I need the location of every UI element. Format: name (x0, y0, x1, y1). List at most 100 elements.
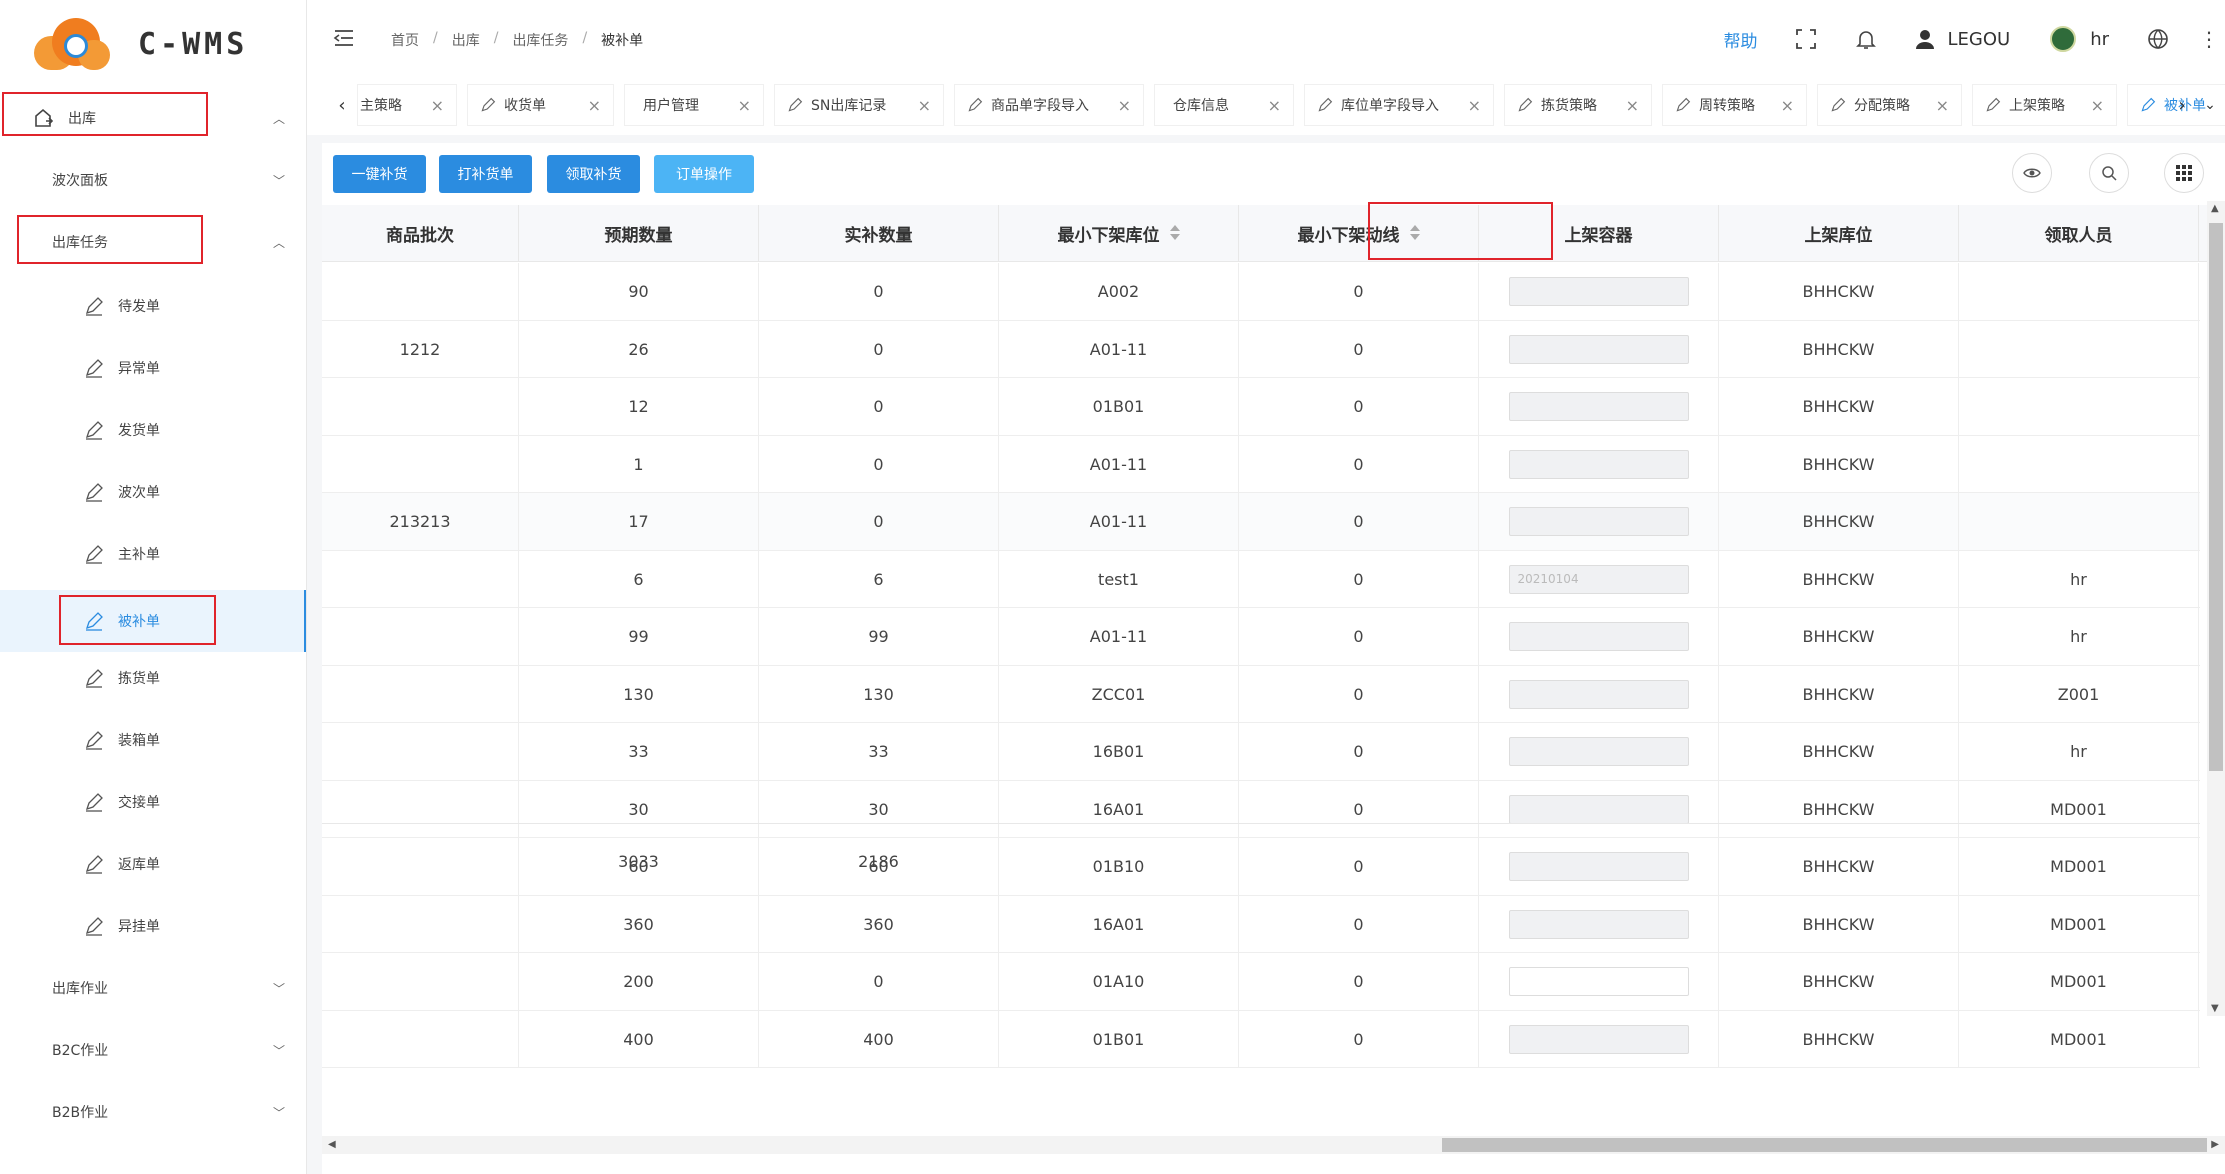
table-row[interactable]: 1212 26 0 A01-11 0 BHHCKW (322, 320, 2200, 378)
table-row[interactable]: 1 0 A01-11 0 BHHCKW (322, 435, 2200, 493)
vertical-scrollbar[interactable]: ▲ ▼ (2207, 201, 2225, 1016)
horizontal-scrollbar[interactable]: ◀ ▶ (322, 1136, 2225, 1154)
container-input[interactable]: 20210104 (1508, 564, 1689, 594)
scroll-left-icon[interactable]: ◀ (328, 1139, 336, 1150)
close-icon[interactable]: × (588, 96, 601, 115)
tab-location-field-import[interactable]: 库位单字段导入 × (1304, 84, 1494, 126)
tab-allocation-strategy[interactable]: 分配策略 × (1817, 84, 1962, 126)
tab-warehouse-info[interactable]: 仓库信息 × (1154, 84, 1294, 126)
avatar[interactable] (2050, 26, 2077, 52)
table-row[interactable]: 213213 17 0 A01-11 0 BHHCKW (322, 493, 2200, 551)
sidebar-item-return-order[interactable]: 返库单 (0, 838, 306, 890)
sidebar-item-hold-order[interactable]: 异挂单 (0, 900, 306, 952)
breadcrumb-outbound-task[interactable]: 出库任务 (512, 30, 568, 50)
one-click-replenish-button[interactable]: 一键补货 (333, 155, 426, 193)
table-row[interactable]: 200 0 01A10 0 BHHCKW MD001 (322, 953, 2200, 1011)
container-input[interactable] (1508, 1024, 1689, 1054)
column-header-claimer[interactable]: 领取人员 (1959, 205, 2199, 262)
claim-replenish-button[interactable]: 领取补货 (547, 155, 640, 193)
scroll-thumb[interactable] (2209, 223, 2223, 771)
globe-icon[interactable] (2147, 28, 2169, 50)
close-icon[interactable]: × (431, 96, 444, 115)
close-icon[interactable]: × (738, 96, 751, 115)
help-link[interactable]: 帮助 (1723, 27, 1757, 52)
print-replenish-button[interactable]: 打补货单 (439, 155, 532, 193)
breadcrumb-outbound[interactable]: 出库 (452, 30, 480, 50)
column-header-batch[interactable]: 商品批次 (322, 205, 519, 262)
container-input[interactable] (1508, 334, 1689, 364)
sidebar-item-replenished[interactable]: 被补单 (0, 590, 306, 652)
user-name-2[interactable]: hr (2090, 29, 2109, 50)
sidebar-item-picking-order[interactable]: 拣货单 (0, 652, 306, 704)
grid-menu-button[interactable] (2164, 153, 2204, 193)
table-row[interactable]: 33 33 16B01 0 BHHCKW hr (322, 723, 2200, 781)
scroll-up-icon[interactable]: ▲ (2211, 203, 2219, 214)
column-header-expected-qty[interactable]: 预期数量 (519, 205, 759, 262)
sidebar-item-handover-order[interactable]: 交接单 (0, 776, 306, 828)
close-icon[interactable]: × (2091, 96, 2104, 115)
logo[interactable]: C-WMS (34, 14, 248, 74)
sidebar-item-wave-panel[interactable]: 波次面板 ﹀ (0, 154, 306, 206)
table-row[interactable]: 360 360 16A01 0 BHHCKW MD001 (322, 895, 2200, 953)
order-operation-button[interactable]: 订单操作 (654, 155, 754, 193)
table-row[interactable]: 99 99 A01-11 0 BHHCKW hr (322, 608, 2200, 666)
sidebar-item-main-replenish[interactable]: 主补单 (0, 528, 306, 580)
close-icon[interactable]: × (918, 96, 931, 115)
column-header-min-route[interactable]: 最小下架动线 (1239, 205, 1479, 262)
breadcrumb-home[interactable]: 首页 (391, 30, 419, 50)
scroll-right-icon[interactable]: ▶ (2211, 1139, 2219, 1150)
container-input[interactable] (1508, 794, 1689, 824)
scroll-thumb[interactable] (1442, 1138, 2207, 1152)
column-header-actual-qty[interactable]: 实补数量 (759, 205, 999, 262)
toggle-columns-button[interactable] (2012, 153, 2052, 193)
tab-main-strategy[interactable]: 主策略 × (357, 84, 457, 126)
container-input[interactable] (1508, 277, 1689, 306)
fullscreen-icon[interactable] (1795, 28, 1817, 50)
table-row[interactable]: 400 400 01B01 0 BHHCKW MD001 (322, 1010, 2200, 1068)
tab-putaway-strategy[interactable]: 上架策略 × (1972, 84, 2117, 126)
close-icon[interactable]: × (1468, 96, 1481, 115)
close-icon[interactable]: × (1118, 96, 1131, 115)
sidebar-item-b2c-ops[interactable]: B2C作业 ﹀ (0, 1024, 306, 1076)
container-input[interactable] (1508, 449, 1689, 479)
container-input[interactable] (1508, 737, 1689, 766)
container-input[interactable] (1508, 967, 1689, 996)
table-row[interactable]: 12 0 01B01 0 BHHCKW (322, 378, 2200, 436)
tab-user-management[interactable]: 用户管理 × (624, 84, 764, 126)
close-icon[interactable]: × (1268, 96, 1281, 115)
close-icon[interactable]: × (1781, 96, 1794, 115)
table-row[interactable]: 6 6 test1 0 20210104 BHHCKW hr (322, 550, 2200, 608)
tab-product-field-import[interactable]: 商品单字段导入 × (954, 84, 1144, 126)
sidebar-item-pending-order[interactable]: 待发单 (0, 280, 306, 332)
bell-icon[interactable] (1855, 28, 1877, 50)
sidebar-item-outbound-task[interactable]: 出库任务 ︿ (0, 216, 306, 268)
table-row[interactable]: 130 130 ZCC01 0 BHHCKW Z001 (322, 665, 2200, 723)
container-input[interactable] (1508, 507, 1689, 536)
sidebar-item-packing-order[interactable]: 装箱单 (0, 714, 306, 766)
container-input[interactable] (1508, 909, 1689, 939)
tabs-next-icon[interactable]: › (2167, 80, 2197, 130)
close-icon[interactable]: × (1936, 96, 1949, 115)
close-icon[interactable]: × (1626, 96, 1639, 115)
sidebar-item-shipping-order[interactable]: 发货单 (0, 404, 306, 456)
column-header-min-location[interactable]: 最小下架库位 (999, 205, 1239, 262)
scroll-down-icon[interactable]: ▼ (2211, 1003, 2219, 1014)
sidebar-item-b2b-ops[interactable]: B2B作业 ﹀ (0, 1086, 306, 1138)
column-header-container[interactable]: 上架容器 (1479, 205, 1719, 262)
sort-icon[interactable] (1169, 225, 1180, 241)
sidebar-item-wave-order[interactable]: 波次单 (0, 466, 306, 518)
container-input[interactable] (1508, 392, 1689, 421)
sidebar-item-outbound[interactable]: 出库 ︿ (0, 92, 306, 144)
tabs-prev-icon[interactable]: ‹ (327, 80, 357, 130)
container-input[interactable] (1508, 679, 1689, 709)
container-input[interactable] (1508, 622, 1689, 651)
sidebar-item-exception-order[interactable]: 异常单 (0, 342, 306, 394)
more-icon[interactable]: ⋮ (2199, 27, 2219, 51)
tab-sn-outbound-record[interactable]: SN出库记录 × (774, 84, 944, 126)
table-row[interactable]: 90 0 A002 0 BHHCKW (322, 263, 2200, 321)
tab-picking-strategy[interactable]: 拣货策略 × (1504, 84, 1652, 126)
column-header-putaway-location[interactable]: 上架库位 (1719, 205, 1959, 262)
tab-turnover-strategy[interactable]: 周转策略 × (1662, 84, 1807, 126)
user-menu[interactable]: LEGOU (1915, 29, 2010, 50)
tab-receipt[interactable]: 收货单 × (467, 84, 614, 126)
